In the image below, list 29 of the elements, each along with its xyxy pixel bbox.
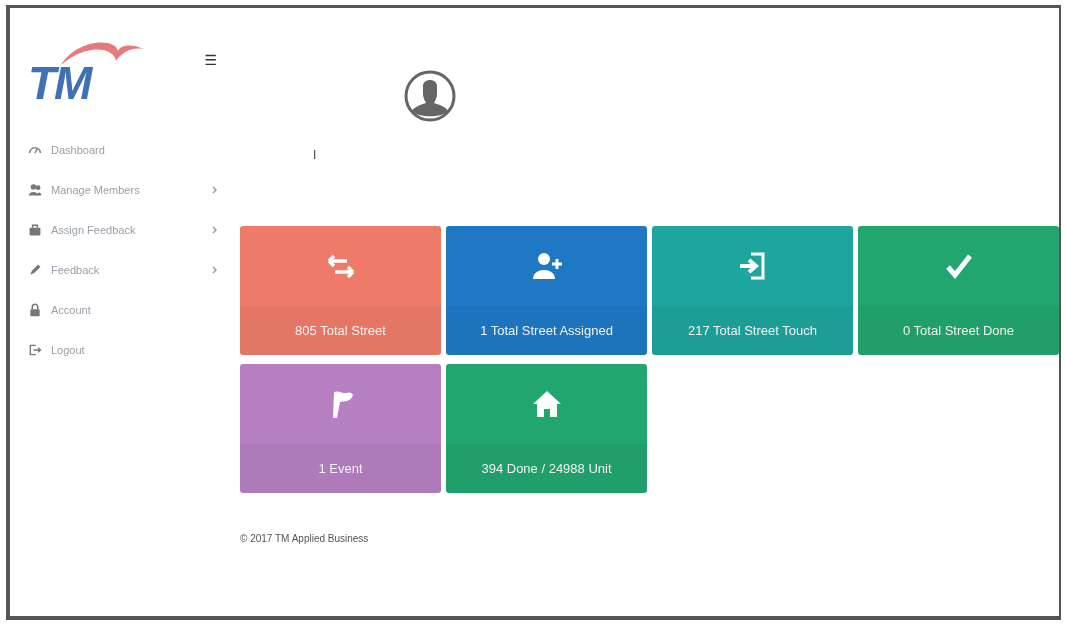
avatar-icon [404,70,456,122]
menu-button[interactable]: ☰ [200,52,221,68]
sidebar-item[interactable]: Assign Feedback [28,210,221,250]
sidebar-item[interactable]: Logout [28,330,221,370]
footer-text: © 2017 TM Applied Business [240,533,370,544]
sidebar-item[interactable]: Account [28,290,221,330]
tile-label: 1 Total Street Assigned [446,306,647,355]
tile-label: 217 Total Street Touch [652,306,853,355]
sidebar-item[interactable]: Dashboard [28,130,221,170]
stat-tile[interactable]: 1 Total Street Assigned [446,226,647,355]
stat-tile[interactable]: 805 Total Street [240,226,441,355]
sidebar-item[interactable]: Manage Members [28,170,221,210]
lock-icon [28,303,42,317]
user-plus-icon [530,250,563,282]
stat-tile[interactable]: 1 Event [240,364,441,493]
pen-icon [28,263,42,277]
stat-tile[interactable]: 217 Total Street Touch [652,226,853,355]
briefcase-icon [28,223,42,237]
logout-icon [28,343,42,357]
logo-text: TM [28,60,91,106]
sidebar-item[interactable]: Feedback [28,250,221,290]
user-name: I [313,148,317,162]
tile-label: 394 Done / 24988 Unit [446,444,647,493]
users-icon [28,183,42,197]
stat-tile[interactable]: 394 Done / 24988 Unit [446,364,647,493]
stat-tile[interactable]: 0 Total Street Done [858,226,1059,355]
tile-label: 1 Event [240,444,441,493]
tile-label: 0 Total Street Done [858,306,1059,355]
tile-label: 805 Total Street [240,306,441,355]
